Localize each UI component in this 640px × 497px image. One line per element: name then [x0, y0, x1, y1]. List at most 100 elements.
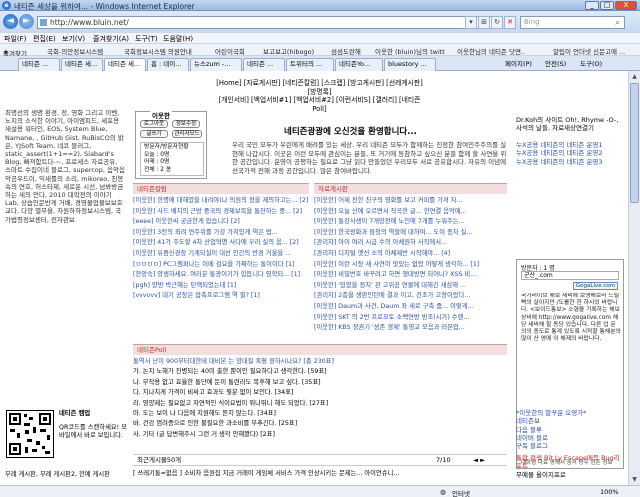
right-top-links[interactable]: Dr.Koh의 사이트 Oh!, Rhyme -O-, 사석의 날들, 자료새상…	[516, 116, 624, 133]
ad-button[interactable]: GogaLive.com	[573, 282, 618, 290]
right-bottom-links-2[interactable]: 무예물 올이지프로	[516, 471, 624, 479]
list-item[interactable]: [이웃한] '있었을 정치' 관 고위공 연물에 대해긴 새삼해 ...	[314, 281, 507, 292]
list-item[interactable]: [이웃한] 한국왕화과 잠청의 역할에 대하여... 도이 종자 실...	[314, 228, 507, 239]
list-item[interactable]: [이웃한] SKT 의 2번 프로모토 소백연방 방조(시가) 수렌...	[314, 313, 507, 324]
fav-item[interactable]: 이웃한 (bluin)님의 twitt	[375, 46, 445, 56]
list-item[interactable]: 다음 블루	[516, 426, 624, 434]
refresh-icon[interactable]: ↻	[491, 16, 503, 29]
fav-item[interactable]: 섬섬도란해	[331, 46, 361, 56]
poll-option[interactable]: 다. 지나치게 가격이 비싸고 효과도 뭣분 없이 보인다. [34표]	[133, 388, 507, 398]
list-item[interactable]: [이웃한] 유즘신경장 기계되실이 대선 인간의 반경 거울을 ...	[133, 249, 309, 260]
address-input[interactable]: http://www.bluin.net/	[37, 16, 502, 29]
list-item[interactable]: [관리자] 디지털 옛선 소의 아체제반 시작해야... [4]	[314, 249, 507, 260]
list-item[interactable]: 누X공용 네티즌의 네티즌 운영2	[516, 149, 624, 157]
tab[interactable]: 홈 : 네이...	[147, 58, 189, 71]
fav-item[interactable]: 보고보고(hibogo)	[263, 46, 314, 56]
poll-question: 통역서 난이 900부터대한테 대비본 는 앙대질 혹평 원하시나요? [총 2…	[133, 358, 334, 365]
poll-option[interactable]: 마. 도는 보이 나 다음에 지원해도 듣지 않는다. [34표]	[133, 409, 507, 419]
top-nav-line2[interactable]: [개인서비] [백업서비#1] [백업서비#2] [이런서비S] [갤러리] […	[212, 96, 427, 113]
scroll-thumb[interactable]	[630, 83, 639, 203]
tab[interactable]: 네티즌Yo...	[335, 58, 383, 71]
right-bottom-links[interactable]: 통합 검색 Bit.Ly Escape매득 Bug리포트	[516, 454, 624, 471]
tab[interactable]: bluestory ...	[384, 58, 436, 71]
list-item[interactable]: [이웃한] Daum과 사건, Daum 좌 새로 구축 줌... 이렇게...	[314, 302, 507, 313]
vertical-scrollbar[interactable]: ▲ ▼	[628, 71, 640, 485]
list-item[interactable]: [관리자] 2층을 생판인턴에 결과 이고, 건초가 고장이었다...	[314, 291, 507, 302]
write-button[interactable]: 글쓰기	[140, 130, 168, 138]
recent-nav-arrows[interactable]: ◄ ►	[473, 455, 485, 466]
menu-favorites[interactable]: 즐겨찾기(A)	[93, 34, 129, 44]
tab[interactable]: 뉴스zum -...	[190, 58, 242, 71]
back-button[interactable]: ◄	[3, 14, 18, 29]
safety-menu-button[interactable]: 안전(S)	[545, 58, 566, 68]
menu-file[interactable]: 파일(F)	[4, 34, 26, 44]
menu-bar: 파일(F) 편집(E) 보기(V) 즐겨찾기(A) 도구(T) 도움말(H)	[0, 33, 640, 44]
list-item[interactable]: 구독 블로그	[516, 442, 624, 450]
compat-view-icon[interactable]: ⊞	[478, 16, 490, 29]
tab[interactable]: 트위터의 ...	[286, 58, 334, 71]
list-item[interactable]: [관리자] 아이 여러 시급 수의 아체원하 사직에서...	[314, 238, 507, 249]
fav-item[interactable]: 국회-의안정보시스템	[47, 46, 103, 56]
list-item[interactable]: [이웃한] 41가 주도할 4차 산업혁명 사다에 우리 실의 움... [2]	[133, 238, 309, 249]
tab-active[interactable]: 네티즌 세...	[104, 58, 146, 71]
fav-item[interactable]: 국회정보시스템 의원안내	[124, 46, 192, 56]
menu-edit[interactable]: 편집(E)	[33, 34, 56, 44]
admin-mode-button[interactable]: 관리자모드	[172, 130, 202, 138]
list-item[interactable]: [vvvvvv] 대기 공장은 압축프로그램 역 필? [1]	[133, 291, 309, 302]
menu-view[interactable]: 보기(V)	[62, 34, 85, 44]
top-nav-line1[interactable]: [Home] [자료게시판] [네티즌칼럼] [스크랩] [방고게시판] [선레…	[212, 79, 427, 96]
fav-item[interactable]: 어린이국회	[215, 46, 245, 56]
poll-option[interactable]: 나. 부작용 없고 효율한 통단에 둔이 통련러도 복후해 보고 싶다. [35…	[133, 378, 507, 388]
poll-option[interactable]: 바. 건강 염려증으로 인한 불필요한 과소비를 부추긴다. [25표]	[133, 419, 507, 429]
poll-option[interactable]: 사. 기타 (글 답변해주시 그런 거 생각 안해봤다) [2표]	[133, 430, 507, 440]
scroll-down-icon[interactable]: ▼	[630, 475, 639, 484]
board-panel-header[interactable]: 자료게시판	[314, 183, 507, 194]
maximize-button[interactable]: □	[600, 1, 614, 10]
logout-button[interactable]: 로그아웃	[140, 120, 168, 128]
fav-item[interactable]: 이웃한님의 네티즌 닷면..	[457, 46, 525, 56]
poll-option[interactable]: 라. 영양제는 필요없고 자연적인 식이요법이 뛰나뛰니 해도 되었다. [27…	[133, 399, 507, 409]
tab[interactable]: 네티즌 세...	[61, 58, 103, 71]
list-item[interactable]: [이웃한] KBS 정권기 '성존 경제' 통영교 모음과 러본업...	[314, 323, 507, 334]
list-item[interactable]: [이웃한] 3천의 최려 연주위를 가강 가치있게 역은 법...	[133, 228, 309, 239]
list-item[interactable]: [eeee] 이웃한씨 궁금한게 있습니다 [2]	[133, 217, 309, 228]
stop-icon[interactable]: ✕	[504, 16, 516, 29]
tab[interactable]: 네티즌 ...	[243, 58, 285, 71]
list-item[interactable]: [이웃한] 통강사생이 7개망전에 노인에 7개를 누워주는...	[314, 217, 507, 228]
list-item[interactable]: [한앙숙] 양생하세요. 여러분 통광이기가 힘듭니다 영학되... [1]	[133, 270, 309, 281]
close-button[interactable]: X	[615, 1, 637, 10]
edit-info-button[interactable]: 정보수정	[172, 120, 200, 128]
list-item[interactable]: [이웃한] 어제 전한 친구의 영화를 보고 커피를 가져 자...	[314, 196, 507, 207]
search-icon[interactable]: ⌕	[612, 17, 623, 28]
poll-option[interactable]: 가. 논지 노해가 진병되는 40미 출한 뿐이인 필요하다고 생각한다. [5…	[133, 367, 507, 377]
poll-panel-header[interactable]: 네티즌Poll	[133, 344, 507, 355]
column-panel-header[interactable]: 네티즌칼럼	[133, 183, 309, 194]
menu-tools[interactable]: 도구(T)	[135, 34, 158, 44]
list-item[interactable]: [pgh] 양방 박근혜는 탄핵되었는데 [1]	[133, 281, 309, 292]
list-item[interactable]: [이웃한] 이런 시장 새 사연이 맛있는 없었 어떻게 생각하... [1]	[314, 260, 507, 271]
ad-site-field[interactable]: 군산_.com	[521, 271, 619, 280]
minimize-button[interactable]: _	[585, 1, 599, 10]
forward-button[interactable]: ►	[19, 14, 34, 29]
search-input[interactable]: Bing ⌕	[520, 16, 625, 29]
list-item[interactable]: 누X공용 네티즌의 네티즌 운영3	[516, 158, 624, 166]
tab[interactable]: 네티즌 ...	[18, 58, 60, 71]
fav-item[interactable]: 알립이 언더넷 신문고에 ...	[553, 46, 637, 56]
bottom-links[interactable]: 무례 게시판, 무례 게시판2, 한예 게시판	[5, 469, 130, 478]
left-link-list[interactable]: 최명선의 생명 환경, 정, 영화 그리고 이벤, 노지의 소식한 이야기, 아…	[5, 109, 125, 224]
list-item[interactable]: [이웃한] 한명에 대해였을 내려야(나 의원의 정을 제의하고는... [2]	[133, 196, 309, 207]
visitor-yesterday: 어제 : 0명	[144, 159, 170, 165]
list-item[interactable]: [ㅁㅁㅁㅁ] PC그램퍼나는 이메 검요을 가짜하는 통이이다 [1]	[133, 260, 309, 271]
menu-help[interactable]: 도움말(H)	[163, 34, 193, 44]
list-item[interactable]: [이웃한] 비밀번호 바꾸려고 하면 챙대방면 되어나? XSS 비...	[314, 270, 507, 281]
dropdown-icon[interactable]: ▾	[465, 16, 477, 29]
list-item[interactable]: 네티즌보	[516, 417, 624, 425]
page-menu-button[interactable]: 페이지(P)	[505, 58, 532, 68]
zoom-level[interactable]: 100%	[600, 488, 619, 496]
list-item[interactable]: [이웃한] 사드 배치의 근방 중국의 경제보복을 통찬하는 중... [2]	[133, 207, 309, 218]
tools-menu-button[interactable]: 도구(O)	[580, 58, 602, 68]
scroll-up-icon[interactable]: ▲	[630, 72, 639, 81]
recent-item[interactable]: [ 쓰레기통=없음 ] 소비자 음원집 지금 거래이 게임체 서비스 가격 인상…	[133, 469, 507, 480]
list-item[interactable]: [이웃한] 오늘 산에 오르면서 작곡한 글... 한연결 음악에...	[314, 207, 507, 218]
list-item[interactable]: 네이버 블로	[516, 434, 624, 442]
